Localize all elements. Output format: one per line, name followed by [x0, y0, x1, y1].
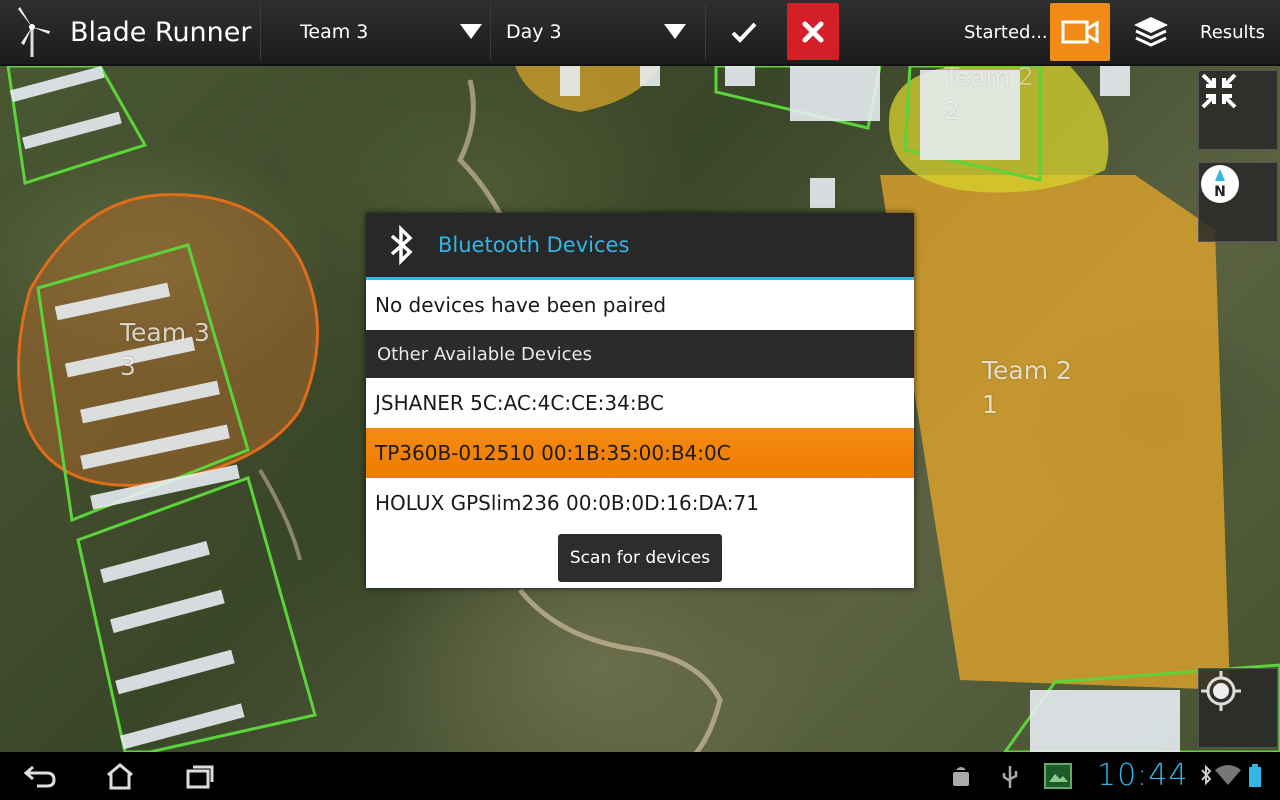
available-devices-header: Other Available Devices	[366, 330, 914, 378]
back-arrow-icon	[23, 765, 56, 788]
dialog-header: Bluetooth Devices	[366, 213, 914, 280]
layers-icon	[1134, 17, 1168, 47]
crosshair-location-icon	[1201, 671, 1241, 711]
cancel-button[interactable]	[787, 3, 839, 60]
collapse-arrows-icon	[1201, 73, 1237, 109]
action-bar: Blade Runner Team 3 Day 3 Started... Res…	[0, 0, 1280, 66]
confirm-button[interactable]	[716, 0, 772, 64]
results-button[interactable]: Results	[1200, 0, 1265, 64]
scan-for-devices-button[interactable]: Scan for devices	[557, 534, 723, 582]
team-2-secondary-label-name: Team 2	[944, 66, 1034, 91]
dropdown-arrow-icon	[460, 24, 482, 39]
paired-devices-message: No devices have been paired	[375, 293, 667, 317]
team-2-label-name: Team 2	[982, 356, 1072, 385]
collapse-button[interactable]	[1198, 70, 1278, 150]
close-icon	[802, 21, 824, 42]
divider	[705, 4, 706, 60]
layers-button[interactable]	[1128, 0, 1174, 64]
video-record-button[interactable]	[1050, 3, 1110, 61]
zone-area	[515, 66, 660, 112]
system-navigation-bar: 10:44	[0, 752, 1280, 800]
team-2-zone	[880, 175, 1230, 690]
device-list-item[interactable]: JSHANER 5C:AC:4C:CE:34:BC	[366, 378, 914, 428]
bluetooth-devices-dialog: Bluetooth Devices No devices have been p…	[366, 213, 914, 588]
divider	[490, 4, 491, 60]
day-spinner[interactable]: Day 3	[506, 0, 686, 64]
device-list-item-selected[interactable]: TP360B-012510 00:1B:35:00:B4:0C	[366, 428, 914, 478]
battery-icon	[1248, 764, 1262, 792]
team-3-label-name: Team 3	[120, 318, 210, 347]
divider	[260, 4, 261, 60]
team-3-label-number: 3	[120, 352, 136, 381]
bluetooth-icon	[366, 225, 438, 265]
usb-icon	[1000, 764, 1020, 794]
clock: 10:44	[1097, 758, 1189, 793]
home-icon	[107, 763, 133, 790]
checkmark-icon	[731, 22, 757, 43]
compass-icon: N	[1201, 165, 1239, 203]
dropdown-arrow-icon	[664, 24, 686, 39]
status-text: Started...	[964, 21, 1048, 43]
day-spinner-value: Day 3	[506, 21, 562, 43]
team-2-secondary-label-number: 2	[944, 96, 960, 125]
team-3-label: Team 3 3	[120, 316, 210, 384]
team-2-label: Team 2 1	[982, 354, 1072, 422]
bluetooth-status-icon	[1200, 764, 1212, 790]
device-list-item[interactable]: HOLUX GPSlim236 00:0B:0D:16:DA:71	[366, 478, 914, 528]
screenshot-notification-icon	[1043, 762, 1073, 794]
wifi-icon	[1214, 764, 1242, 790]
wind-turbine-icon[interactable]	[10, 0, 54, 64]
app-title: Blade Runner	[70, 16, 252, 48]
team-2-label-secondary: Team 2 2	[944, 66, 1034, 128]
recent-apps-icon	[186, 765, 214, 789]
team-spinner[interactable]: Team 3	[300, 0, 482, 64]
compass-button[interactable]: N	[1198, 162, 1278, 242]
home-button[interactable]	[90, 752, 150, 800]
my-location-button[interactable]	[1198, 668, 1278, 748]
android-debug-icon	[950, 764, 972, 794]
team-2-label-number: 1	[982, 390, 998, 419]
back-button[interactable]	[10, 752, 70, 800]
recent-apps-button[interactable]	[170, 752, 230, 800]
team-spinner-value: Team 3	[300, 21, 369, 43]
dialog-footer: Scan for devices	[366, 528, 914, 588]
dialog-title: Bluetooth Devices	[438, 233, 630, 257]
video-camera-icon	[1061, 20, 1099, 44]
svg-text:N: N	[1214, 184, 1226, 200]
